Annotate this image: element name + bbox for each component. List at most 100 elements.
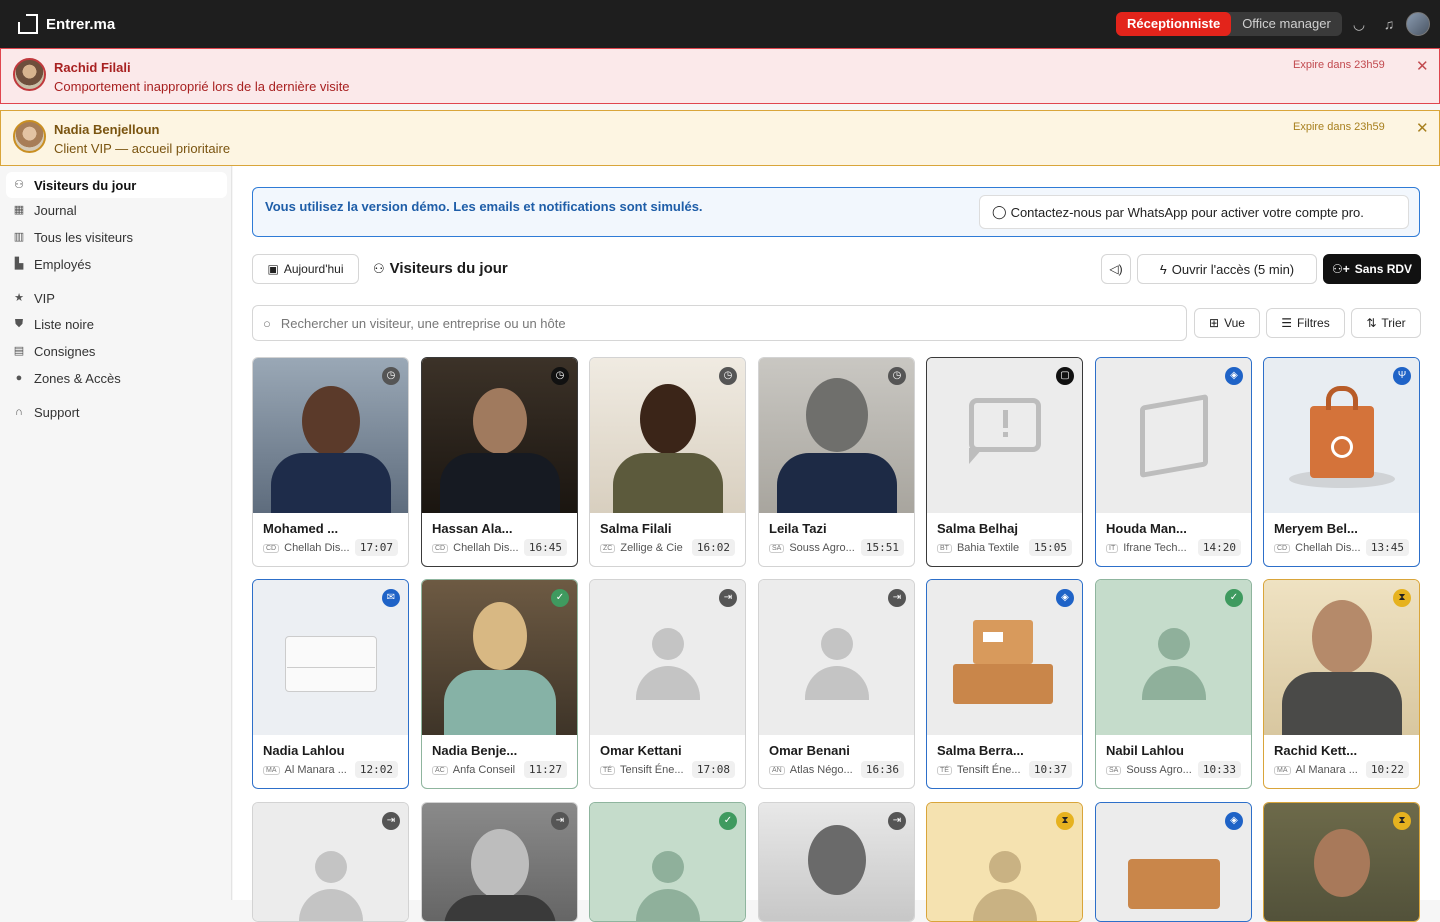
exit-icon: ⇥ bbox=[551, 812, 569, 830]
visitor-card[interactable]: ✉ Nadia Lahlou MA Al Manara ... 12:02 bbox=[252, 579, 409, 789]
chat-icon: ◯ bbox=[992, 204, 1007, 219]
view-label: Vue bbox=[1224, 316, 1245, 330]
visitor-card[interactable]: ⧗ bbox=[926, 802, 1083, 922]
wifi-icon[interactable]: ◡ bbox=[1349, 14, 1369, 34]
message-icon: ▢ bbox=[1056, 367, 1074, 385]
close-icon[interactable]: ✕ bbox=[1416, 119, 1429, 137]
open-access-button[interactable]: ϟ Ouvrir l'accès (5 min) bbox=[1137, 254, 1317, 284]
app-logo[interactable]: Entrer.ma bbox=[18, 14, 115, 34]
company-name: Tensift Éne... bbox=[619, 764, 684, 776]
visitor-card[interactable]: ◷ Hassan Ala... CD Chellah Dis... 16:45 bbox=[421, 357, 578, 567]
visitor-card[interactable]: ⧗ Rachid Kett... MA Al Manara ... 10:22 bbox=[1263, 579, 1420, 789]
clock-icon: ◷ bbox=[719, 367, 737, 385]
alert-blacklist: Rachid Filali Comportement inapproprié l… bbox=[0, 48, 1440, 104]
sidebar-item-tous-les-visiteurs[interactable]: ▥ Tous les visiteurs bbox=[6, 224, 227, 250]
sidebar-item-employes[interactable]: ▙ Employés bbox=[6, 251, 227, 277]
company-name: Al Manara ... bbox=[284, 764, 347, 776]
visitor-card[interactable]: ◷ Mohamed ... CD Chellah Dis... 17:07 bbox=[252, 357, 409, 567]
visitor-card[interactable]: ✓ bbox=[589, 802, 746, 922]
visitor-card[interactable]: ✓ Nabil Lahlou SA Souss Agro... 10:33 bbox=[1095, 579, 1252, 789]
calendar-icon: ▦ bbox=[13, 204, 25, 216]
visit-time: 17:08 bbox=[691, 761, 735, 778]
company: AN Atlas Négo... bbox=[769, 764, 853, 776]
whatsapp-contact-button[interactable]: ◯ Contactez-nous par WhatsApp pour active… bbox=[979, 195, 1409, 229]
visitor-name: Leila Tazi bbox=[769, 521, 827, 536]
role-office-manager[interactable]: Office manager bbox=[1231, 12, 1342, 36]
sidebar-item-label: Journal bbox=[34, 202, 77, 218]
visitor-name: Salma Berra... bbox=[937, 743, 1024, 758]
role-receptionist[interactable]: Réceptionniste bbox=[1116, 12, 1232, 36]
sidebar-item-consignes[interactable]: ▤ Consignes bbox=[6, 338, 227, 364]
company: CD Chellah Dis... bbox=[263, 542, 350, 554]
visitor-name: Nadia Benje... bbox=[432, 743, 518, 758]
exit-icon: ⇥ bbox=[888, 812, 906, 830]
visitor-card[interactable]: ◈ bbox=[1095, 802, 1252, 922]
visitor-card[interactable]: ⇥ Omar Benani AN Atlas Négo... 16:36 bbox=[758, 579, 915, 789]
view-button[interactable]: ⊞ Vue bbox=[1194, 308, 1260, 338]
sidebar-item-support[interactable]: ∩ Support bbox=[6, 399, 227, 425]
visit-time: 10:33 bbox=[1197, 761, 1241, 778]
package-icon: ◈ bbox=[1225, 367, 1243, 385]
people-icon: ⚇ bbox=[373, 260, 385, 276]
speaker-icon: ◁) bbox=[1109, 262, 1123, 276]
demo-text: Vous utilisez la version démo. Les email… bbox=[265, 199, 703, 214]
hourglass-icon: ⧗ bbox=[1393, 589, 1411, 607]
company-name: Souss Agro... bbox=[1126, 764, 1192, 776]
user-avatar[interactable] bbox=[1406, 12, 1430, 36]
visitor-card[interactable]: ▢ Salma Belhaj BT Bahia Textile 15:05 bbox=[926, 357, 1083, 567]
filters-button[interactable]: ☰ Filtres bbox=[1266, 308, 1345, 338]
today-button[interactable]: ▣ Aujourd'hui bbox=[252, 254, 359, 284]
exit-icon: ⇥ bbox=[382, 812, 400, 830]
company-name: Zellige & Cie bbox=[620, 542, 683, 554]
sidebar-item-label: Consignes bbox=[34, 343, 96, 359]
visitor-card[interactable]: Ψ Meryem Bel... CD Chellah Dis... 13:45 bbox=[1263, 357, 1420, 567]
sidebar-item-vip[interactable]: ★ VIP bbox=[6, 285, 227, 311]
visitor-card[interactable]: ⇥ bbox=[758, 802, 915, 922]
visitor-card[interactable]: ◈ Houda Man... IT Ifrane Tech... 14:20 bbox=[1095, 357, 1252, 567]
fork-knife-icon: Ψ bbox=[1393, 367, 1411, 385]
close-icon[interactable]: ✕ bbox=[1416, 57, 1429, 75]
sidebar-item-visiteurs-du-jour[interactable]: ⚇ Visiteurs du jour bbox=[6, 172, 227, 198]
visit-time: 16:45 bbox=[523, 539, 567, 556]
no-appointment-button[interactable]: ⚇+ Sans RDV bbox=[1323, 254, 1421, 284]
sound-button[interactable]: ◁) bbox=[1101, 254, 1131, 284]
filters-label: Filtres bbox=[1297, 316, 1330, 330]
visitor-card[interactable]: ⇥ bbox=[421, 802, 578, 922]
visitor-card[interactable]: ◷ Leila Tazi SA Souss Agro... 15:51 bbox=[758, 357, 915, 567]
visitor-card[interactable]: ⇥ Omar Kettani TÉ Tensift Éne... 17:08 bbox=[589, 579, 746, 789]
visitor-name: Salma Belhaj bbox=[937, 521, 1018, 536]
visitor-card[interactable]: ⧗ bbox=[1263, 802, 1420, 922]
alert-message: Client VIP — accueil prioritaire bbox=[54, 141, 231, 156]
bell-icon[interactable]: ♫ bbox=[1379, 14, 1399, 34]
sidebar-item-liste-noire[interactable]: ⛊ Liste noire bbox=[6, 311, 227, 337]
visitor-card[interactable]: ◷ Salma Filali ZC Zellige & Cie 16:02 bbox=[589, 357, 746, 567]
visitor-name: Salma Filali bbox=[600, 521, 672, 536]
page-title-text: Visiteurs du jour bbox=[389, 260, 508, 277]
alert-name: Rachid Filali bbox=[54, 60, 131, 75]
main-content: Vous utilisez la version démo. Les email… bbox=[233, 166, 1440, 922]
building-icon: ▙ bbox=[14, 258, 24, 270]
visitor-card[interactable]: ✓ Nadia Benje... AC Anfa Conseil 11:27 bbox=[421, 579, 578, 789]
sidebar-item-label: Tous les visiteurs bbox=[34, 229, 133, 245]
company-tag: MA bbox=[1274, 765, 1291, 775]
visit-time: 17:07 bbox=[354, 539, 398, 556]
company-tag: SA bbox=[1106, 765, 1122, 775]
grid-icon: ⊞ bbox=[1209, 316, 1220, 330]
company: BT Bahia Textile bbox=[937, 542, 1019, 554]
check-icon: ✓ bbox=[719, 812, 737, 830]
company-tag: IT bbox=[1106, 543, 1119, 553]
visitor-card[interactable]: ◈ Salma Berra... TÉ Tensift Éne... 10:37 bbox=[926, 579, 1083, 789]
visitor-card[interactable]: ⇥ bbox=[252, 802, 409, 922]
role-switcher: Réceptionniste Office manager bbox=[1116, 12, 1342, 36]
alert-vip: Nadia Benjelloun Client VIP — accueil pr… bbox=[0, 110, 1440, 166]
company-name: Chellah Dis... bbox=[453, 542, 519, 554]
sliders-icon: ☰ bbox=[1281, 316, 1293, 330]
visitor-name: Mohamed ... bbox=[263, 521, 339, 536]
sidebar-item-journal[interactable]: ▦ Journal bbox=[6, 197, 227, 223]
sidebar-item-zones-acces[interactable]: ● Zones & Accès bbox=[6, 365, 227, 391]
search-bar[interactable]: ○ Rechercher un visiteur, une entreprise … bbox=[252, 305, 1187, 341]
sort-button[interactable]: ⇅ Trier bbox=[1351, 308, 1421, 338]
alert-message: Comportement inapproprié lors de la dern… bbox=[54, 79, 350, 94]
search-input[interactable]: Rechercher un visiteur, une entreprise o… bbox=[281, 316, 566, 331]
company-name: Anfa Conseil bbox=[452, 764, 516, 776]
